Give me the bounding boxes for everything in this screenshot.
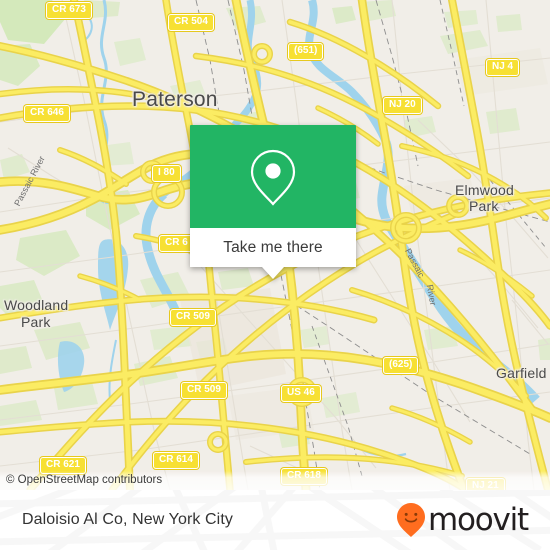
- take-me-there-label: Take me there: [223, 238, 323, 256]
- place-popup-card[interactable]: Take me there: [190, 125, 356, 279]
- map-pin-icon: [250, 149, 296, 206]
- footer-content: Daloisio Al Co, New York City moovit: [0, 490, 550, 550]
- moovit-wordmark: moovit: [427, 501, 529, 538]
- place-title: Daloisio Al Co, New York City: [22, 511, 233, 528]
- road-shield: CR 614: [153, 452, 199, 469]
- road-shield: CR 673: [46, 2, 92, 19]
- road-shield: NJ 20: [383, 97, 422, 114]
- road-shield: CR 509: [181, 382, 227, 399]
- road-shield: CR 509: [170, 309, 216, 326]
- moovit-brand[interactable]: moovit: [396, 501, 529, 538]
- moovit-pin-smile-icon: [396, 503, 425, 537]
- footer-bar: Daloisio Al Co, New York City moovit: [0, 490, 550, 550]
- popup-tail: [262, 267, 284, 279]
- map-attribution[interactable]: © OpenStreetMap contributors: [0, 471, 550, 490]
- road-shield: NJ 4: [486, 59, 520, 76]
- road-shield: US 46: [281, 385, 321, 402]
- road-shield: CR 504: [168, 14, 214, 31]
- road-shield: CR 646: [24, 105, 70, 122]
- road-shield: CR 6: [159, 235, 194, 252]
- road-shield: I 80: [152, 165, 181, 182]
- road-shield: (651): [288, 43, 324, 60]
- moovit-map-screenshot: .w { fill:none; stroke:#9fd3ec; } .rd { …: [0, 0, 550, 550]
- popup-pin-panel: [190, 125, 356, 228]
- road-shield: (625): [383, 357, 419, 374]
- popup-action-row[interactable]: Take me there: [190, 228, 356, 267]
